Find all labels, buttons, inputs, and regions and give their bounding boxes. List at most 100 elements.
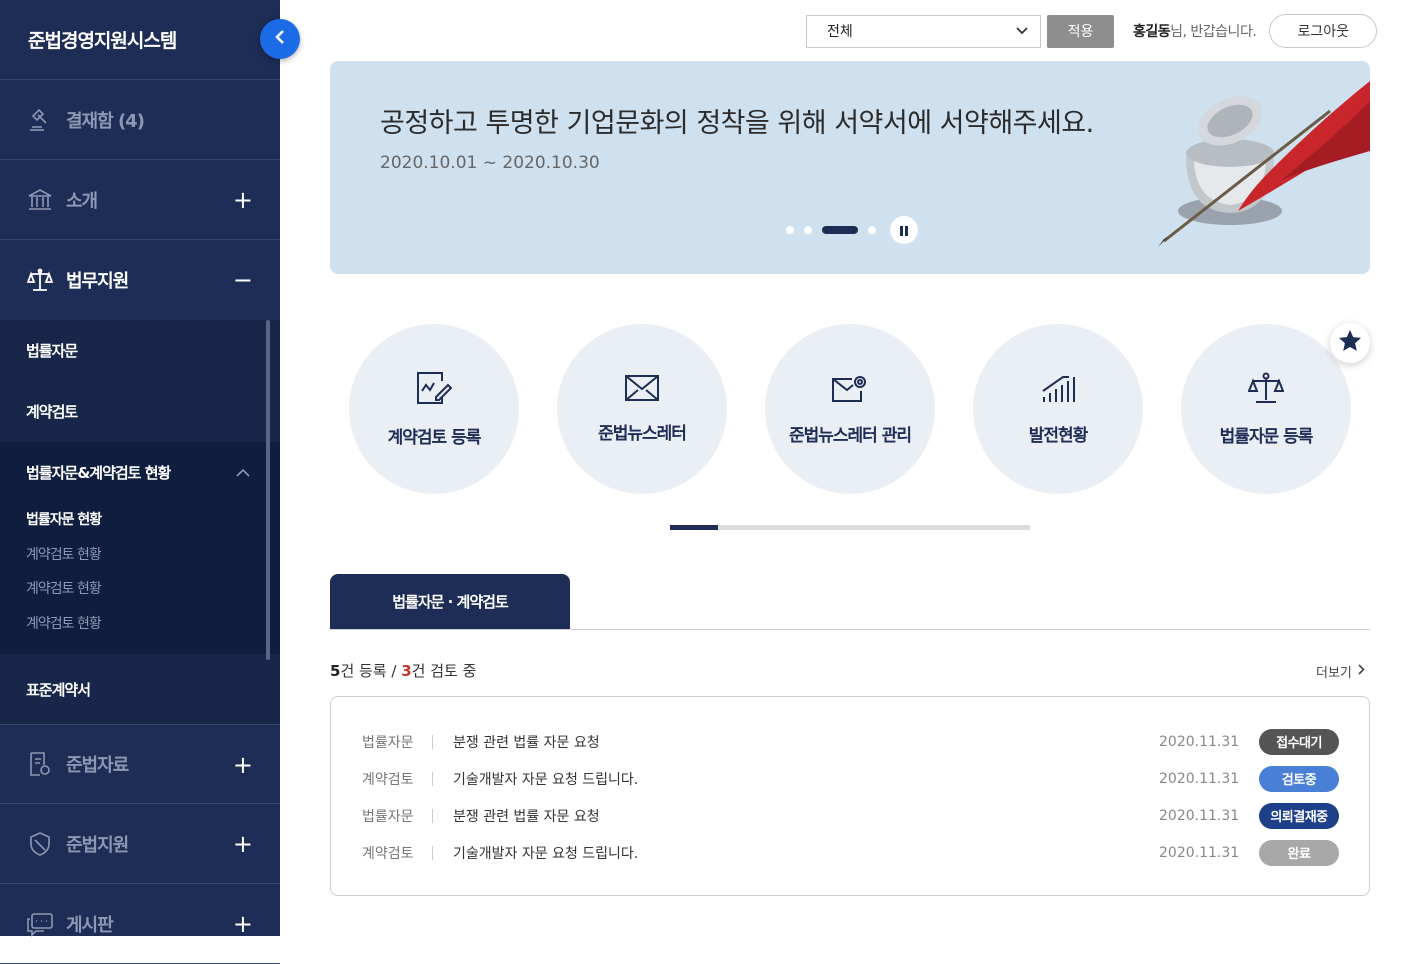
sidebar-item-label: 결재함 (4)	[66, 110, 145, 132]
item-date: 2020.11.31	[1159, 844, 1240, 861]
submenu-legal-advice[interactable]: 법률자문	[0, 320, 280, 381]
pause-icon	[899, 221, 909, 240]
reviewing-suffix: 건 검토 중	[411, 662, 477, 680]
pagination-dot[interactable]	[786, 226, 794, 234]
scope-select-value: 전체	[827, 24, 853, 40]
quick-newsletter-manage[interactable]: 준법뉴스레터 관리	[765, 324, 935, 494]
sidebar-item-compliance-support[interactable]: 준법지원 +	[0, 804, 280, 884]
pagination-dot[interactable]	[868, 226, 876, 234]
divider	[432, 845, 433, 860]
gavel-icon	[26, 106, 54, 134]
more-link[interactable]: 더보기	[1316, 662, 1365, 681]
scope-select[interactable]: 전체	[806, 14, 1041, 48]
chevron-left-icon	[274, 29, 286, 49]
subsub-item[interactable]: 계약검토 현황	[0, 606, 280, 641]
expand-icon[interactable]: +	[233, 751, 253, 779]
quick-menu-progress[interactable]	[670, 525, 1030, 530]
user-greeting: 홍길동님, 반갑습니다.	[1133, 21, 1257, 41]
item-date: 2020.11.31	[1159, 770, 1240, 787]
list-item[interactable]: 계약검토 기술개발자 자문 요청 드립니다. 2020.11.31 검토중	[331, 760, 1369, 797]
sidebar-scrollbar[interactable]	[266, 320, 270, 660]
divider	[432, 734, 433, 749]
submenu-status[interactable]: 법률자문&계약검토 현황	[0, 442, 280, 502]
chevron-up-icon[interactable]	[236, 464, 250, 482]
sidebar-item-compliance-data[interactable]: 준법자료 +	[0, 724, 280, 804]
item-title[interactable]: 기술개발자 자문 요청 드립니다.	[453, 769, 638, 789]
sidebar: 준법경영지원시스템 결재함 (4) 소개 + 법무지원 − 법률자문 계약검토 …	[0, 0, 280, 964]
item-category: 계약검토	[362, 771, 414, 788]
bank-icon	[26, 186, 54, 214]
status-subsubmenu: 법률자문 현황 계약검토 현황 계약검토 현황 계약검토 현황	[0, 502, 280, 654]
submenu-standard-contract[interactable]: 표준계약서	[0, 654, 280, 724]
quick-newsletter[interactable]: 준법뉴스레터	[557, 324, 727, 494]
chat-icon	[26, 910, 54, 938]
pagination-dot-active[interactable]	[822, 226, 858, 234]
item-title[interactable]: 분쟁 관련 법률 자문 요청	[453, 732, 600, 752]
sidebar-item-label: 법무지원	[66, 271, 129, 292]
quick-label: 준법뉴스레터 관리	[788, 425, 912, 446]
subsub-item[interactable]: 계약검토 현황	[0, 571, 280, 606]
sidebar-item-approval[interactable]: 결재함 (4)	[0, 80, 280, 160]
sidebar-item-board[interactable]: 게시판 +	[0, 884, 280, 964]
document-icon	[26, 750, 54, 778]
expand-icon[interactable]: +	[233, 186, 253, 214]
divider	[432, 808, 433, 823]
divider	[432, 771, 433, 786]
favorite-button[interactable]	[1330, 323, 1370, 363]
submenu-contract-review[interactable]: 계약검토	[0, 381, 280, 442]
logout-button[interactable]: 로그아웃	[1269, 14, 1378, 48]
sidebar-item-legal-support[interactable]: 법무지원 −	[0, 240, 280, 320]
item-category: 법률자문	[362, 734, 414, 751]
pagination-dot[interactable]	[804, 226, 812, 234]
status-badge: 완료	[1259, 839, 1339, 866]
chevron-down-icon	[1016, 23, 1028, 39]
greeting-text: 님, 반갑습니다.	[1170, 24, 1257, 40]
collapse-icon[interactable]: −	[233, 266, 253, 294]
app-title[interactable]: 준법경영지원시스템	[0, 0, 280, 80]
main-banner[interactable]: 공정하고 투명한 기업문화의 정착을 위해 서약서에 서약해주세요. 2020.…	[330, 61, 1370, 274]
item-title[interactable]: 기술개발자 자문 요청 드립니다.	[453, 843, 638, 863]
quill-inkwell-illustration	[1158, 81, 1370, 247]
subsub-item[interactable]: 계약검토 현황	[0, 537, 280, 572]
quick-contract-register[interactable]: 계약검토 등록	[349, 324, 519, 494]
sidebar-item-label: 준법자료	[66, 755, 129, 776]
list-item[interactable]: 법률자문 분쟁 관련 법률 자문 요청 2020.11.31 의뢰결재중	[331, 797, 1369, 834]
subsub-item[interactable]: 법률자문 현황	[0, 502, 280, 537]
sidebar-item-label: 준법지원	[66, 834, 129, 856]
sidebar-item-intro[interactable]: 소개 +	[0, 160, 280, 240]
pause-button[interactable]	[890, 216, 918, 244]
more-label: 더보기	[1316, 666, 1352, 681]
quick-label: 법률자문 등록	[1219, 426, 1314, 447]
status-badge: 의뢰결재중	[1259, 802, 1339, 829]
quick-growth-status[interactable]: 발전현황	[973, 324, 1143, 494]
sidebar-item-label: 소개	[66, 190, 98, 212]
status-badge: 검토중	[1259, 765, 1339, 792]
list-item[interactable]: 법률자문 분쟁 관련 법률 자문 요청 2020.11.31 접수대기	[331, 723, 1369, 760]
scale-icon	[1247, 372, 1285, 408]
apply-button[interactable]: 적용	[1047, 14, 1114, 48]
list-item[interactable]: 계약검토 기술개발자 자문 요청 드립니다. 2020.11.31 완료	[331, 834, 1369, 871]
expand-icon[interactable]: +	[233, 910, 253, 938]
item-title[interactable]: 분쟁 관련 법률 자문 요청	[453, 806, 600, 826]
reviewing-count: 3	[401, 662, 412, 680]
item-date: 2020.11.31	[1159, 733, 1240, 750]
legal-support-submenu: 법률자문 계약검토 법률자문&계약검토 현황 법률자문 현황 계약검토 현황 계…	[0, 320, 280, 724]
summary-text: 5건 등록 / 3건 검토 중	[330, 660, 476, 681]
mail-icon	[625, 374, 659, 405]
sidebar-collapse-button[interactable]	[260, 19, 300, 59]
item-category: 계약검토	[362, 845, 414, 862]
quick-legal-advice-register[interactable]: 법률자문 등록	[1181, 324, 1351, 494]
star-icon	[1338, 329, 1362, 357]
shield-icon	[26, 830, 54, 858]
tab-divider	[330, 629, 1370, 630]
chevron-right-icon	[1358, 664, 1365, 679]
sidebar-item-label: 게시판	[66, 914, 114, 936]
contract-edit-icon	[416, 371, 453, 409]
banner-pagination	[786, 216, 918, 244]
expand-icon[interactable]: +	[233, 830, 253, 858]
banner-title: 공정하고 투명한 기업문화의 정착을 위해 서약서에 서약해주세요.	[380, 108, 1094, 139]
banner-date: 2020.10.01 ~ 2020.10.30	[380, 153, 600, 173]
quick-label: 발전현황	[1028, 425, 1089, 446]
tab-legal-contract[interactable]: 법률자문 · 계약검토	[330, 574, 570, 629]
top-bar: 전체 적용 홍길동님, 반갑습니다. 로그아웃	[806, 14, 1378, 48]
